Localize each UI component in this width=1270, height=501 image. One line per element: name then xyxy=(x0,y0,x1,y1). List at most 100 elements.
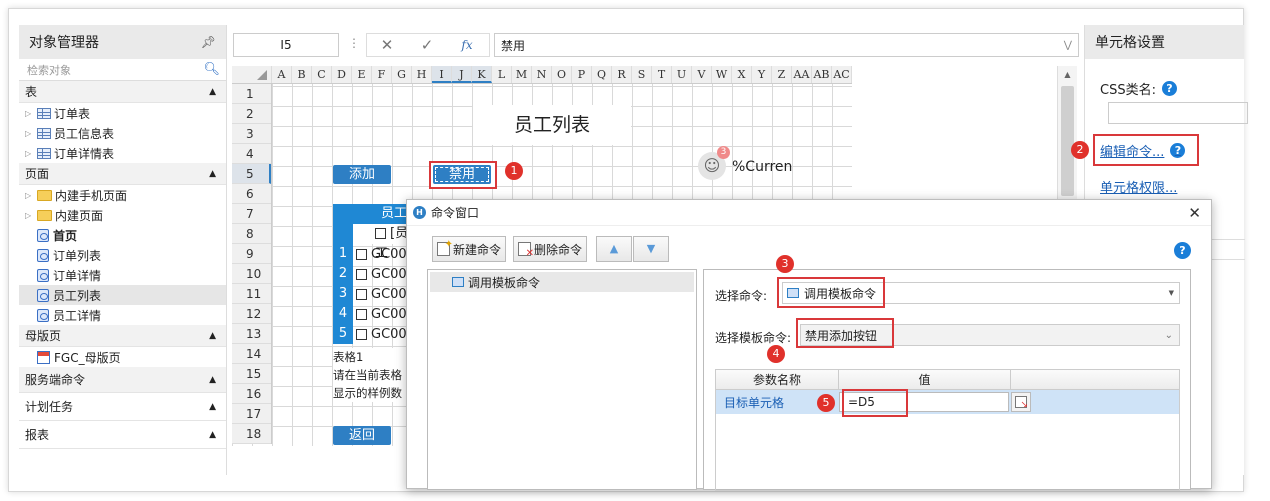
tree-item-table[interactable]: ▷ 员工信息表 xyxy=(19,123,226,143)
section-reports[interactable]: 报表 ▲ xyxy=(19,421,226,449)
table-row[interactable]: 4 GC00 xyxy=(333,304,413,324)
checkbox[interactable] xyxy=(356,288,367,300)
expand-formula-icon[interactable]: ⋁ xyxy=(1064,40,1078,51)
row-header[interactable]: 1 xyxy=(232,84,271,104)
command-tree-item[interactable]: 调用模板命令 xyxy=(430,272,694,292)
column-header[interactable]: X xyxy=(732,66,752,83)
checkbox[interactable] xyxy=(356,308,367,320)
table-row[interactable]: 2 GC00 xyxy=(333,264,413,284)
chevron-up-icon[interactable]: ▲ xyxy=(209,402,216,412)
row-header[interactable]: 5 xyxy=(232,164,271,184)
section-pages[interactable]: 页面 ▲ xyxy=(19,163,226,185)
column-header[interactable]: R xyxy=(612,66,632,83)
more-icon[interactable]: ⋮ xyxy=(348,36,360,50)
column-header[interactable]: N xyxy=(532,66,552,83)
checkbox[interactable] xyxy=(356,248,367,260)
column-header[interactable]: F xyxy=(372,66,392,83)
help-icon[interactable]: ? xyxy=(1174,242,1191,259)
column-header[interactable]: O xyxy=(552,66,572,83)
tree-item-table[interactable]: ▷ 订单详情表 xyxy=(19,143,226,163)
cancel-icon[interactable]: ✕ xyxy=(367,36,407,54)
row-header[interactable]: 10 xyxy=(232,264,271,284)
row-header[interactable]: 8 xyxy=(232,224,271,244)
expand-icon[interactable]: ▷ xyxy=(25,149,33,158)
pin-icon[interactable]: 📌︎ xyxy=(201,35,216,49)
scroll-thumb[interactable] xyxy=(1061,86,1074,196)
column-header[interactable]: W xyxy=(712,66,732,83)
column-header[interactable]: M xyxy=(512,66,532,83)
checkbox[interactable] xyxy=(356,268,367,280)
column-header[interactable]: S xyxy=(632,66,652,83)
expand-icon[interactable]: ▷ xyxy=(25,129,33,138)
row-header[interactable]: 4 xyxy=(232,144,271,164)
table-row[interactable]: 3 GC00 xyxy=(333,284,413,304)
object-search[interactable]: 检索对象 🔍︎ xyxy=(19,59,226,81)
parameter-row[interactable]: 目标单元格 =D5 ↘ xyxy=(716,390,1179,414)
sheet-title-cell[interactable]: 员工列表 xyxy=(473,105,631,145)
section-tables[interactable]: 表 ▲ xyxy=(19,81,226,103)
row-header[interactable]: 16 xyxy=(232,384,271,404)
tree-item-page[interactable]: 订单列表 xyxy=(19,245,226,265)
tree-item-page[interactable]: 员工详情 xyxy=(19,305,226,325)
tree-item-folder[interactable]: ▷ 内建页面 xyxy=(19,205,226,225)
row-header[interactable]: 2 xyxy=(232,104,271,124)
tree-item-page-selected[interactable]: 员工列表 xyxy=(19,285,226,305)
column-header[interactable]: C xyxy=(312,66,332,83)
column-header[interactable]: E xyxy=(352,66,372,83)
column-header[interactable]: J xyxy=(452,66,472,83)
column-header[interactable]: B xyxy=(292,66,312,83)
cell-reference-box[interactable]: I5 xyxy=(233,33,339,57)
tree-item-table[interactable]: ▷ 订单表 xyxy=(19,103,226,123)
tree-item-master[interactable]: FGC_母版页 xyxy=(19,347,226,367)
expand-icon[interactable]: ▷ xyxy=(25,191,33,200)
column-header[interactable]: Y xyxy=(752,66,772,83)
scroll-up-icon[interactable]: ▲ xyxy=(1058,66,1077,84)
css-class-input[interactable] xyxy=(1108,102,1248,124)
row-header[interactable]: 17 xyxy=(232,404,271,424)
row-header[interactable]: 9 xyxy=(232,244,271,264)
tree-item-folder[interactable]: ▷ 内建手机页面 xyxy=(19,185,226,205)
back-button[interactable]: 返回 xyxy=(333,426,391,445)
row-header[interactable]: 13 xyxy=(232,324,271,344)
column-header[interactable]: H xyxy=(412,66,432,83)
close-icon[interactable]: ✕ xyxy=(1188,204,1201,222)
table-row[interactable]: 5 GC00 xyxy=(333,324,413,344)
function-icon[interactable]: fx xyxy=(447,38,487,52)
column-header[interactable]: I xyxy=(432,66,452,83)
search-input[interactable]: 检索对象 xyxy=(27,62,71,78)
section-master-pages[interactable]: 母版页 ▲ xyxy=(19,325,226,347)
column-header[interactable]: A xyxy=(272,66,292,83)
help-icon[interactable]: ? xyxy=(1161,81,1177,96)
column-header[interactable]: AB xyxy=(812,66,832,83)
column-header[interactable]: AA xyxy=(792,66,812,83)
tree-item-page[interactable]: 订单详情 xyxy=(19,265,226,285)
row-header[interactable]: 3 xyxy=(232,124,271,144)
column-header[interactable]: Q xyxy=(592,66,612,83)
section-schedule[interactable]: 计划任务 ▲ xyxy=(19,393,226,421)
select-all-corner[interactable] xyxy=(232,66,272,83)
table-row[interactable]: 1 GC00 xyxy=(333,244,413,264)
move-up-button[interactable]: ▲ xyxy=(596,236,632,262)
checkbox[interactable] xyxy=(356,328,367,340)
tree-item-page[interactable]: 首页 xyxy=(19,225,226,245)
row-header[interactable]: 6 xyxy=(232,184,271,204)
column-header[interactable]: Z xyxy=(772,66,792,83)
new-command-button[interactable]: ✦ 新建命令 xyxy=(432,236,507,262)
search-icon[interactable]: 🔍︎ xyxy=(203,62,220,77)
row-header[interactable]: 12 xyxy=(232,304,271,324)
chevron-down-icon[interactable]: ⌄ xyxy=(1165,330,1179,341)
column-header[interactable]: V xyxy=(692,66,712,83)
column-header[interactable]: L xyxy=(492,66,512,83)
chevron-up-icon[interactable]: ▲ xyxy=(209,430,216,440)
row-header[interactable]: 18 xyxy=(232,424,271,444)
move-down-button[interactable]: ▼ xyxy=(633,236,669,262)
cell-picker-button[interactable]: ↘ xyxy=(1011,392,1031,412)
add-button[interactable]: 添加 xyxy=(333,165,391,184)
expand-icon[interactable]: ▷ xyxy=(25,109,33,118)
delete-command-button[interactable]: ✕ 删除命令 xyxy=(513,236,588,262)
checkbox[interactable] xyxy=(375,228,386,239)
column-header[interactable]: P xyxy=(572,66,592,83)
expand-icon[interactable]: ▷ xyxy=(25,211,33,220)
column-header[interactable]: G xyxy=(392,66,412,83)
column-header[interactable]: D xyxy=(332,66,352,83)
